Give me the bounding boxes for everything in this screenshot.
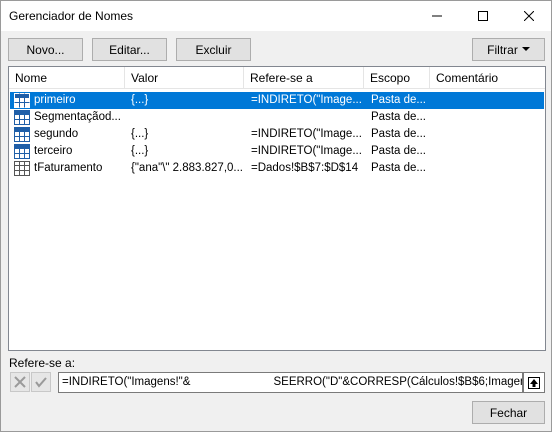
close-button[interactable]: [506, 1, 552, 31]
cancel-edit-button[interactable]: [10, 372, 30, 392]
row-cell-scope: Pasta de...: [371, 94, 426, 106]
row-cell-value: {...}: [131, 94, 149, 106]
close-dialog-label: Fechar: [489, 405, 528, 420]
commit-edit-button[interactable]: [31, 372, 51, 392]
new-button-label: Novo...: [26, 42, 65, 57]
row-cell-name: primeiro: [34, 94, 76, 106]
row-cell-name: Segmentaçãod...: [34, 111, 121, 123]
column-header-comentario[interactable]: Comentário: [430, 67, 545, 89]
row-cell-value: {...}: [131, 128, 149, 140]
list-header: Nome Valor Refere-se a Escopo Comentário: [9, 67, 545, 89]
named-range-icon: [14, 93, 30, 108]
list-item[interactable]: primeiro {...} =INDIRETO("Image... Pasta de…: [10, 92, 544, 109]
row-cell-value: {"ana"\" 2.883.827,0...: [131, 162, 244, 174]
close-icon: [524, 11, 534, 21]
row-cell-comment: [437, 92, 542, 109]
row-cell-comment: [437, 126, 542, 143]
row-cell-scope: Pasta de...: [371, 145, 426, 157]
row-cell-refers-to: =INDIRETO("Image...: [251, 128, 362, 140]
row-cell-name: terceiro: [34, 145, 73, 157]
column-header-nome[interactable]: Nome: [9, 67, 125, 89]
maximize-icon: [478, 11, 488, 21]
row-cell-refers-to: =INDIRETO("Image...: [251, 145, 362, 157]
cancel-x-icon: [14, 376, 26, 388]
list-item[interactable]: Segmentaçãod... Pasta de...: [10, 109, 544, 126]
close-dialog-button[interactable]: Fechar: [472, 401, 545, 424]
filter-button[interactable]: Filtrar: [472, 38, 545, 61]
table-icon: [14, 161, 30, 176]
minimize-button[interactable]: [414, 1, 460, 31]
named-range-icon: [14, 127, 30, 142]
checkmark-icon: [35, 377, 47, 388]
row-cell-refers-to: [251, 109, 367, 126]
column-header-valor[interactable]: Valor: [125, 67, 244, 89]
row-cell-value: [131, 109, 247, 126]
minimize-icon: [432, 15, 442, 17]
dropdown-arrow-icon: [521, 47, 530, 51]
column-header-refere-se-a[interactable]: Refere-se a: [244, 67, 364, 89]
row-cell-comment: [437, 143, 542, 160]
named-range-icon: [14, 110, 30, 125]
row-cell-scope: Pasta de...: [371, 111, 426, 123]
row-cell-scope: Pasta de...: [371, 128, 426, 140]
column-header-escopo[interactable]: Escopo: [364, 67, 430, 89]
row-cell-name: tFaturamento: [34, 162, 103, 174]
list-item[interactable]: tFaturamento {"ana"\" 2.883.827,0... =Dado…: [10, 160, 544, 177]
named-range-icon: [14, 144, 30, 159]
edit-button[interactable]: Editar...: [92, 38, 167, 61]
maximize-button[interactable]: [460, 1, 506, 31]
row-cell-refers-to: =INDIRETO("Image...: [251, 94, 362, 106]
dialog-title: Gerenciador de Nomes: [9, 9, 134, 23]
row-cell-scope: Pasta de...: [371, 162, 426, 174]
edit-button-label: Editar...: [109, 42, 150, 57]
refers-to-label: Refere-se a:: [9, 356, 76, 370]
row-cell-name: segundo: [34, 128, 79, 140]
name-manager-dialog: Gerenciador de Nomes Novo... Editar... E…: [0, 0, 552, 432]
new-button[interactable]: Novo...: [8, 38, 83, 61]
row-cell-value: {...}: [131, 145, 149, 157]
filter-button-label: Filtrar: [487, 42, 518, 57]
delete-button-label: Excluir: [195, 42, 232, 57]
refers-to-input[interactable]: =INDIRETO("Imagens!"& SEERRO("D"&CORRESP…: [58, 372, 523, 393]
title-bar: Gerenciador de Nomes: [1, 1, 551, 31]
collapse-dialog-button[interactable]: [523, 372, 545, 393]
list-item[interactable]: terceiro {...} =INDIRETO("Image... Pasta de…: [10, 143, 544, 160]
names-list[interactable]: Nome Valor Refere-se a Escopo Comentário…: [8, 66, 546, 351]
delete-button[interactable]: Excluir: [176, 38, 251, 61]
row-cell-refers-to: =Dados!$B$7:$D$14: [251, 162, 359, 174]
collapse-arrow-icon: [528, 376, 540, 389]
list-item[interactable]: segundo {...} =INDIRETO("Image... Pasta de.…: [10, 126, 544, 143]
row-cell-comment: [437, 160, 542, 177]
row-cell-comment: [437, 109, 542, 126]
